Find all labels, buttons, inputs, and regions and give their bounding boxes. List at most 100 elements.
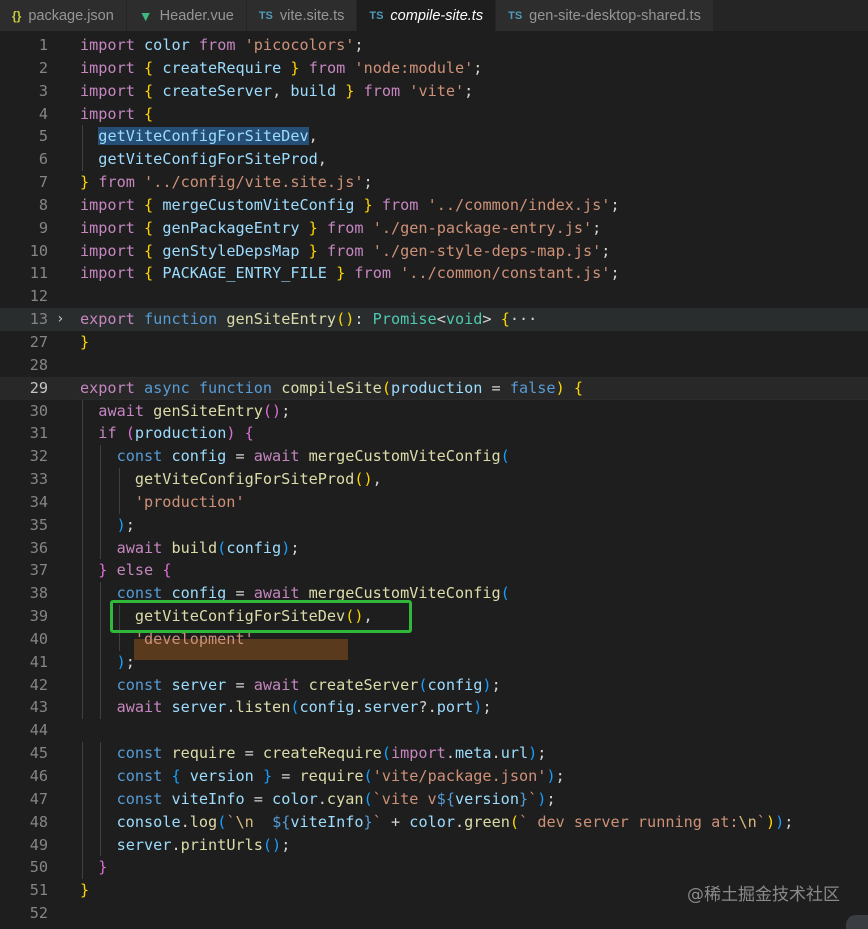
code-token: ${ (272, 812, 291, 831)
code-line[interactable]: 5 getViteConfigForSiteDev, (0, 125, 868, 149)
code-line[interactable]: 35 ); (0, 513, 868, 537)
code-token: . (354, 698, 364, 717)
code-line[interactable]: 11 import { PACKAGE_ENTRY_FILE } from '..… (0, 262, 868, 285)
tab-header-vue[interactable]: ▼ Header.vue (126, 0, 247, 31)
code-line[interactable]: 13 › export function genSiteEntry(): Promi… (0, 308, 868, 331)
code-token: 'picocolors' (244, 36, 355, 54)
code-token: import (80, 241, 135, 260)
code-token: . (455, 812, 465, 831)
code-line[interactable]: 29 export async function compileSite(prod… (0, 376, 868, 400)
code-line[interactable]: 32 const config = await mergeCustomViteC… (0, 445, 868, 469)
code-line[interactable]: 46 const { version } = require('vite/pac… (0, 765, 868, 788)
line-code: import color from 'picocolors'; (80, 34, 364, 57)
code-line[interactable]: 9 import { genPackageEntry } from './gen-… (0, 217, 868, 240)
code-token: ` (528, 789, 538, 808)
code-line[interactable]: 7} from '../config/vite.site.js'; (0, 171, 868, 194)
code-token: build (290, 81, 337, 100)
code-line[interactable]: 3 import { createServer, build } from 'vi… (0, 80, 868, 103)
code-token: { (144, 264, 154, 283)
code-token: config (427, 675, 483, 694)
code-line[interactable]: 31 if (production) { (0, 422, 868, 446)
line-number: 10 (29, 241, 48, 260)
line-number: 7 (38, 173, 48, 192)
code-token: ; (610, 264, 620, 283)
code-line[interactable]: 49 server.printUrls(); (0, 833, 868, 857)
code-line[interactable]: 2 import { createRequire } from 'node:mod… (0, 57, 868, 80)
code-token: 'node:module' (354, 58, 474, 77)
code-line[interactable]: 6 getViteConfigForSiteProd, (0, 148, 868, 172)
line-code: getViteConfigForSiteProd(), (80, 468, 382, 491)
line-number: 38 (29, 584, 48, 603)
tab-gen-site-desktop-shared-ts[interactable]: TS gen-site-desktop-shared.ts (496, 0, 714, 31)
code-line[interactable]: 28 (0, 354, 868, 377)
code-token: ` (372, 812, 382, 831)
code-line[interactable]: 12 (0, 285, 868, 308)
line-code: const { version } = require('vite/packag… (80, 765, 565, 788)
line-code: export async function compileSite(produc… (80, 377, 583, 400)
code-line[interactable]: 33 getViteConfigForSiteProd(), (0, 468, 868, 491)
code-line[interactable]: 27} (0, 331, 868, 354)
code-line[interactable]: 34 'production' (0, 490, 868, 514)
line-number: 41 (29, 652, 48, 671)
line-code: import { genStyleDepsMap } from './gen-s… (80, 240, 610, 263)
code-token: cyan (326, 789, 364, 808)
line-code: ); (80, 514, 135, 537)
typescript-icon: TS (369, 9, 384, 22)
code-line[interactable]: 50 } (0, 856, 868, 880)
code-line[interactable]: 41 ); (0, 650, 868, 674)
code-token: { (171, 767, 181, 785)
code-line[interactable]: 48 console.log(`\n ${viteInfo}` + color.… (0, 810, 868, 834)
code-line[interactable]: 37 } else { (0, 559, 868, 583)
code-token: if (98, 424, 117, 443)
code-line[interactable]: 45 const require = createRequire(import.… (0, 742, 868, 765)
code-token: ; (464, 81, 474, 100)
code-token: await (253, 675, 300, 694)
code-line[interactable]: 44 (0, 719, 868, 742)
tab-vite-site-ts[interactable]: TS vite.site.ts (246, 0, 358, 31)
code-line[interactable]: 43 await server.listen(config.server?.po… (0, 696, 868, 720)
code-line[interactable]: 52 (0, 902, 868, 925)
code-line[interactable]: 42 const server = await createServer(con… (0, 673, 868, 697)
code-line[interactable]: 1 import color from 'picocolors'; (0, 34, 868, 57)
code-token: mergeCustomViteConfig (308, 447, 501, 466)
code-line[interactable]: 36 await build(config); (0, 536, 868, 560)
code-token: color (409, 812, 456, 831)
code-token: ; (125, 515, 135, 534)
line-number: 40 (29, 629, 48, 648)
code-line[interactable]: 4 import { (0, 103, 868, 126)
code-line[interactable]: 30 await genSiteEntry(); (0, 399, 868, 423)
code-token: ) (226, 424, 236, 443)
code-token: from (363, 81, 401, 100)
code-line[interactable]: 47 const viteInfo = color.cyan(`vite v${… (0, 787, 868, 811)
code-token: ) (116, 515, 126, 534)
code-token: false (509, 378, 556, 397)
code-token: export (80, 378, 135, 397)
code-token: = (272, 767, 300, 785)
code-line[interactable]: 8 import { mergeCustomViteConfig } from '… (0, 194, 868, 217)
code-token: ; (482, 698, 492, 717)
line-number: 52 (29, 904, 48, 923)
code-editor[interactable]: 1 import color from 'picocolors'; 2 import … (0, 34, 868, 925)
code-line[interactable]: 10 import { genStyleDepsMap } from './gen… (0, 240, 868, 263)
code-token: green (464, 812, 510, 831)
code-token: server (171, 698, 227, 717)
tab-compile-site-ts[interactable]: TS compile-site.ts (357, 0, 497, 31)
tab-package-json[interactable]: {} package.json (0, 0, 127, 31)
code-token: async (144, 378, 190, 397)
code-token: { (244, 424, 254, 443)
fold-chevron-icon[interactable]: › (56, 308, 64, 331)
code-token: ) (116, 652, 126, 671)
code-token: from (326, 218, 364, 237)
code-token: from (198, 36, 236, 54)
